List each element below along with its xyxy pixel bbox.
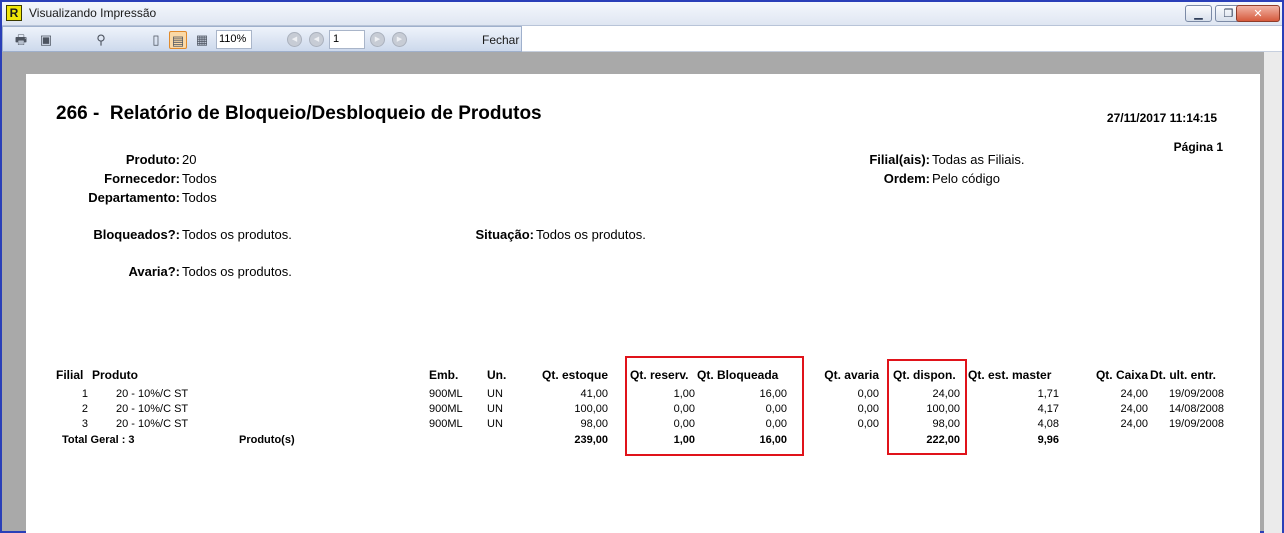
toolbar-spacer <box>522 26 1282 52</box>
cell-dt-ult-entr: 14/08/2008 <box>1168 403 1224 415</box>
filter-label: Departamento: <box>88 190 180 205</box>
total-label: Total Geral : 3 <box>62 434 135 446</box>
filter-filial: Filial(ais): Todas as Filiais. <box>806 152 1024 167</box>
close-icon: ✕ <box>1253 7 1263 20</box>
first-page-icon[interactable]: ◀ <box>287 32 302 47</box>
cell-qt-caixa: 24,00 <box>1120 388 1148 400</box>
filter-value: 20 <box>182 152 197 167</box>
print-preview-window: R Visualizando Impressão ▁ ❐ ✕ 🖶 ▣ ⚲ ▯ ▤… <box>0 0 1284 533</box>
find-icon[interactable]: ⚲ <box>92 31 110 49</box>
filter-label: Situação: <box>475 227 534 242</box>
cell-qt-estoque: 100,00 <box>574 403 608 415</box>
filter-label: Fornecedor: <box>104 171 180 186</box>
cell-qt-estoque: 98,00 <box>580 418 608 430</box>
filter-value: Todos os produtos. <box>536 227 646 242</box>
col-dt-ult-entr: Dt. ult. entr. <box>1150 368 1216 382</box>
close-window-button[interactable]: ✕ <box>1236 5 1280 22</box>
highlight-reserv-bloqueada <box>625 356 804 456</box>
filter-produto: Produto: 20 <box>66 152 197 167</box>
report-page: 266 - Relatório de Bloqueio/Desbloqueio … <box>26 74 1260 533</box>
filter-departamento: Departamento: Todos <box>66 190 217 205</box>
col-filial: Filial <box>56 368 84 382</box>
title-bar[interactable]: R Visualizando Impressão ▁ ❐ ✕ <box>2 2 1282 26</box>
col-qt-est-master: Qt. est. master <box>968 368 1052 382</box>
filter-value: Todos <box>182 190 217 205</box>
filter-label: Produto: <box>125 152 180 167</box>
report-datetime: 27/11/2017 11:14:15 <box>1106 111 1217 125</box>
filter-value: Todos <box>182 171 217 186</box>
vertical-scrollbar[interactable] <box>1264 52 1282 533</box>
print-icon[interactable]: 🖶 <box>12 31 30 49</box>
cell-qt-caixa: 24,00 <box>1120 418 1148 430</box>
prev-page-icon[interactable]: ◀ <box>309 32 324 47</box>
normal-size-icon[interactable]: ▦ <box>193 31 211 49</box>
cell-filial: 1 <box>81 388 88 400</box>
zoom-input[interactable]: 110% <box>216 30 252 49</box>
filter-value: Todas as Filiais. <box>932 152 1025 167</box>
filter-fornecedor: Fornecedor: Todos <box>66 171 217 186</box>
filter-label: Ordem: <box>883 171 930 186</box>
cell-emb: 900ML <box>429 388 463 400</box>
highlight-dispon <box>887 359 967 455</box>
filter-label: Filial(ais): <box>869 152 930 167</box>
print-setup-icon[interactable]: ▣ <box>37 31 55 49</box>
cell-qt-estoque: 41,00 <box>580 388 608 400</box>
cell-filial: 3 <box>81 418 88 430</box>
page-width-icon[interactable]: ▤ <box>169 31 187 49</box>
col-emb: Emb. <box>429 368 459 382</box>
col-qt-estoque: Qt. estoque <box>541 368 608 382</box>
cell-qt-est-master: 1,71 <box>1037 388 1059 400</box>
col-un: Un. <box>487 368 507 382</box>
cell-emb: 900ML <box>429 418 463 430</box>
app-logo-icon: R <box>6 5 22 21</box>
cell-qt-est-master: 4,08 <box>1037 418 1059 430</box>
report-page-number: Página 1 <box>1173 140 1223 154</box>
filter-ordem: Ordem: Pelo código <box>806 171 1000 186</box>
col-qt-caixa: Qt. Caixa <box>1095 368 1148 382</box>
last-page-icon[interactable]: ▶ <box>392 32 407 47</box>
report-title: 266 - Relatório de Bloqueio/Desbloqueio … <box>56 103 542 124</box>
cell-produto: 20 - 10%/C ST <box>116 403 189 415</box>
minimize-icon: ▁ <box>1194 7 1203 20</box>
cell-filial: 2 <box>81 403 88 415</box>
close-preview-button[interactable]: Fechar <box>482 33 519 47</box>
filter-value: Todos os produtos. <box>182 227 292 242</box>
minimize-button[interactable]: ▁ <box>1185 5 1212 22</box>
col-produto: Produto <box>92 368 138 382</box>
cell-un: UN <box>487 418 503 430</box>
cell-qt-est-master: 4,17 <box>1037 403 1059 415</box>
filter-label: Bloqueados?: <box>93 227 180 242</box>
filter-avaria: Avaria?: Todos os produtos. <box>66 264 292 279</box>
page-number-input[interactable]: 1 <box>329 30 365 49</box>
filter-value: Pelo código <box>932 171 1000 186</box>
cell-un: UN <box>487 403 503 415</box>
cell-qt-caixa: 24,00 <box>1120 403 1148 415</box>
cell-dt-ult-entr: 19/09/2008 <box>1168 418 1224 430</box>
filter-value: Todos os produtos. <box>182 264 292 279</box>
filter-situacao: Situação: Todos os produtos. <box>446 227 646 242</box>
filter-bloqueados: Bloqueados?: Todos os produtos. <box>66 227 292 242</box>
total-unit: Produto(s) <box>239 434 295 446</box>
cell-produto: 20 - 10%/C ST <box>116 388 189 400</box>
cell-emb: 900ML <box>429 403 463 415</box>
total-qt-est-master: 9,96 <box>1037 434 1059 446</box>
window-title: Visualizando Impressão <box>29 6 157 20</box>
filter-label: Avaria?: <box>128 264 180 279</box>
next-page-icon[interactable]: ▶ <box>370 32 385 47</box>
total-qt-estoque: 239,00 <box>574 434 608 446</box>
whole-page-icon[interactable]: ▯ <box>147 31 165 49</box>
preview-toolbar: 🖶 ▣ ⚲ ▯ ▤ ▦ 110% ◀ ◀ 1 ▶ ▶ Fechar <box>2 26 522 52</box>
cell-un: UN <box>487 388 503 400</box>
cell-dt-ult-entr: 19/09/2008 <box>1168 388 1224 400</box>
cell-produto: 20 - 10%/C ST <box>116 418 189 430</box>
